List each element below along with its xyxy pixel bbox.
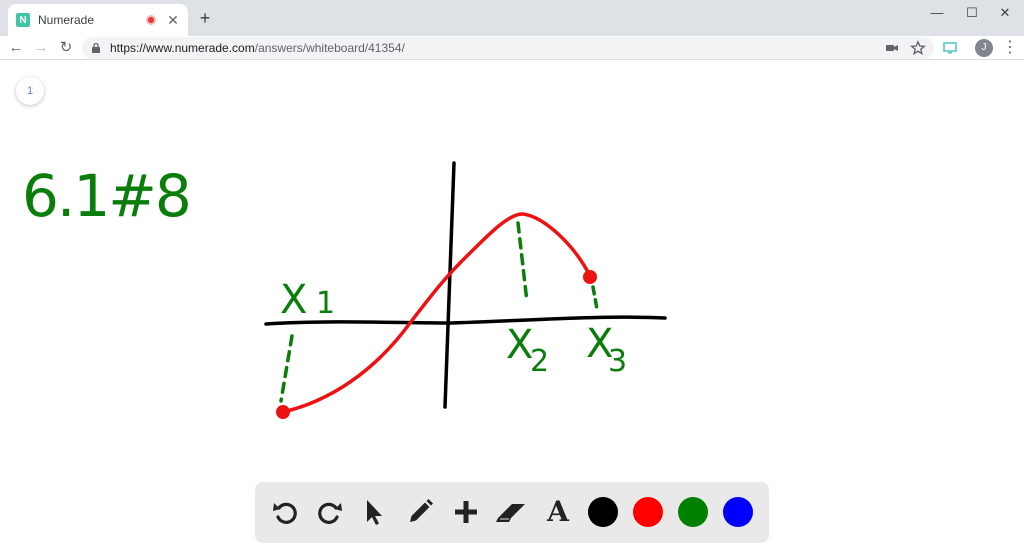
browser-toolbar: ← → ↻ https://www.numerade.com/answers/w…: [0, 36, 1024, 60]
bookmark-star-icon[interactable]: [910, 40, 926, 56]
camera-icon[interactable]: [884, 40, 900, 56]
x2-subscript: 2: [530, 344, 549, 379]
eraser-icon: [496, 504, 525, 522]
minimize-button[interactable]: —: [920, 4, 954, 22]
x2-dashed-line: [516, 221, 529, 304]
x1-label: X: [280, 277, 307, 323]
url-host: https://www.numerade.com: [110, 41, 255, 55]
x1-dashed-line: [279, 334, 294, 403]
x1-subscript: 1: [316, 286, 335, 321]
color-swatch-blue[interactable]: [723, 497, 753, 527]
problem-label: 6.1#8: [22, 162, 190, 230]
y-axis-stroke: [443, 161, 456, 409]
back-button[interactable]: ←: [6, 38, 26, 58]
color-swatch-black[interactable]: [588, 497, 618, 527]
reload-button[interactable]: ↻: [56, 38, 76, 58]
select-tool-button[interactable]: [354, 492, 394, 532]
whiteboard-canvas[interactable]: 1 6.1#8 X 1 X 2 X 3 A: [0, 61, 1024, 552]
new-tab-button[interactable]: +: [196, 9, 214, 27]
forward-button[interactable]: →: [31, 38, 51, 58]
color-swatch-green[interactable]: [678, 497, 708, 527]
profile-avatar[interactable]: J: [975, 39, 993, 57]
url-text: https://www.numerade.com/answers/whitebo…: [110, 41, 874, 55]
pencil-tool-button[interactable]: [400, 492, 440, 532]
tab-close-icon[interactable]: ✕: [166, 12, 180, 29]
left-endpoint-dot: [276, 405, 290, 419]
tab-title: Numerade: [38, 13, 95, 27]
color-swatch-red[interactable]: [633, 497, 663, 527]
url-path: /answers/whiteboard/41354/: [254, 41, 405, 55]
undo-icon: [273, 502, 297, 524]
maximize-button[interactable]: ☐: [955, 4, 989, 22]
handwritten-drawing: 6.1#8 X 1 X 2 X 3: [22, 161, 667, 419]
pointer-icon: [367, 500, 382, 525]
pencil-icon: [410, 499, 433, 522]
drawing-toolbar: A: [255, 482, 769, 543]
redo-button[interactable]: [310, 492, 350, 532]
address-bar[interactable]: https://www.numerade.com/answers/whitebo…: [82, 37, 934, 59]
redo-icon: [318, 502, 342, 524]
browser-tab[interactable]: N Numerade ✕: [8, 4, 188, 36]
plus-icon: [455, 501, 477, 523]
cast-screen-icon[interactable]: [942, 40, 958, 56]
tab-strip: N Numerade ✕ + — ☐ ✕: [0, 0, 1024, 36]
right-endpoint-dot: [583, 270, 597, 284]
numerade-favicon-icon: N: [16, 13, 30, 27]
undo-button[interactable]: [265, 492, 305, 532]
text-tool-button[interactable]: A: [538, 492, 578, 532]
lock-icon: [92, 42, 100, 53]
browser-menu-icon[interactable]: ⋮: [1002, 39, 1018, 57]
x3-dashed-line: [591, 285, 599, 311]
x3-subscript: 3: [608, 344, 627, 379]
close-window-button[interactable]: ✕: [988, 4, 1022, 22]
add-shape-button[interactable]: [446, 492, 486, 532]
recording-indicator-icon: [146, 15, 156, 25]
eraser-tool-button[interactable]: [492, 492, 532, 532]
